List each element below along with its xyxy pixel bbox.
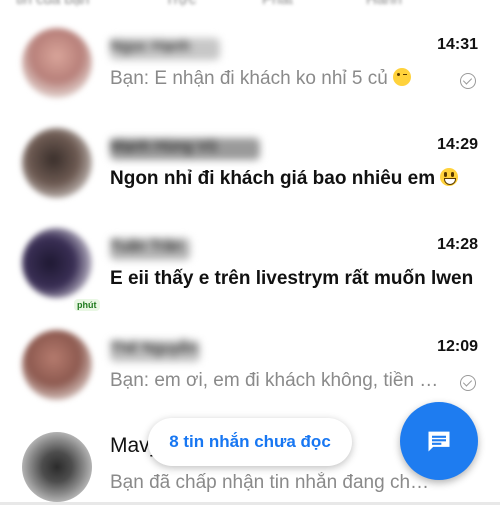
avatar (22, 432, 92, 502)
compose-message-icon (428, 431, 450, 452)
unread-messages-button[interactable]: 8 tin nhắn chưa đọc (148, 418, 352, 466)
message-time: 14:29 (437, 136, 478, 153)
conversation-item[interactable]: Ngọc Hạnh 14:31 Bạn: E nhận đi khách ko … (0, 16, 500, 116)
active-time-badge: phút (74, 299, 100, 311)
read-check-icon (460, 73, 476, 89)
new-message-button[interactable] (400, 402, 478, 480)
avatar (22, 228, 92, 298)
message-time: 14:28 (437, 236, 478, 253)
message-preview: Bạn: E nhận đi khách ko nhỉ 5 củ (110, 68, 440, 90)
tab-live[interactable]: Trực (165, 0, 196, 8)
conversation-item[interactable]: phút Tuấn Trần 14:28 E eii thấy e trên l… (0, 216, 500, 316)
contact-name-blurred: Thế Nguyễn (110, 340, 200, 362)
tab-activity[interactable]: Hành (366, 0, 402, 8)
avatar (22, 128, 92, 198)
message-preview: Ngon nhỉ đi khách giá bao nhiêu em (110, 168, 480, 190)
avatar (22, 330, 92, 400)
contact-name-blurred: Tuấn Trần (110, 238, 190, 260)
tab-your-stories[interactable]: tin của bạn (16, 0, 89, 8)
contact-name-blurred: Ngọc Hạnh (110, 38, 220, 60)
top-tabs: tin của bạn Trực Phát Hành (0, 0, 500, 16)
conversation-item[interactable]: Mạnh Hùng Vũ 14:29 Ngon nhỉ đi khách giá… (0, 116, 500, 216)
tab-discover[interactable]: Phát (262, 0, 293, 8)
avatar (22, 28, 92, 98)
message-preview: Bạn: em ơi, em đi khách không, tiền b... (110, 370, 440, 391)
message-preview: Bạn đã chấp nhận tin nhắn đang chờ của..… (110, 472, 440, 493)
wink-emoji (392, 68, 411, 86)
contact-name-blurred: Mạnh Hùng Vũ (110, 138, 260, 160)
conversation-item[interactable]: Thế Nguyễn 12:09 Bạn: em ơi, em đi khách… (0, 318, 500, 418)
message-time: 14:31 (437, 36, 478, 53)
read-check-icon (460, 375, 476, 391)
message-time: 12:09 (437, 338, 478, 355)
grin-emoji (440, 168, 459, 186)
message-preview: E eii thấy e trên livestrym rất muốn lwe… (110, 268, 474, 289)
